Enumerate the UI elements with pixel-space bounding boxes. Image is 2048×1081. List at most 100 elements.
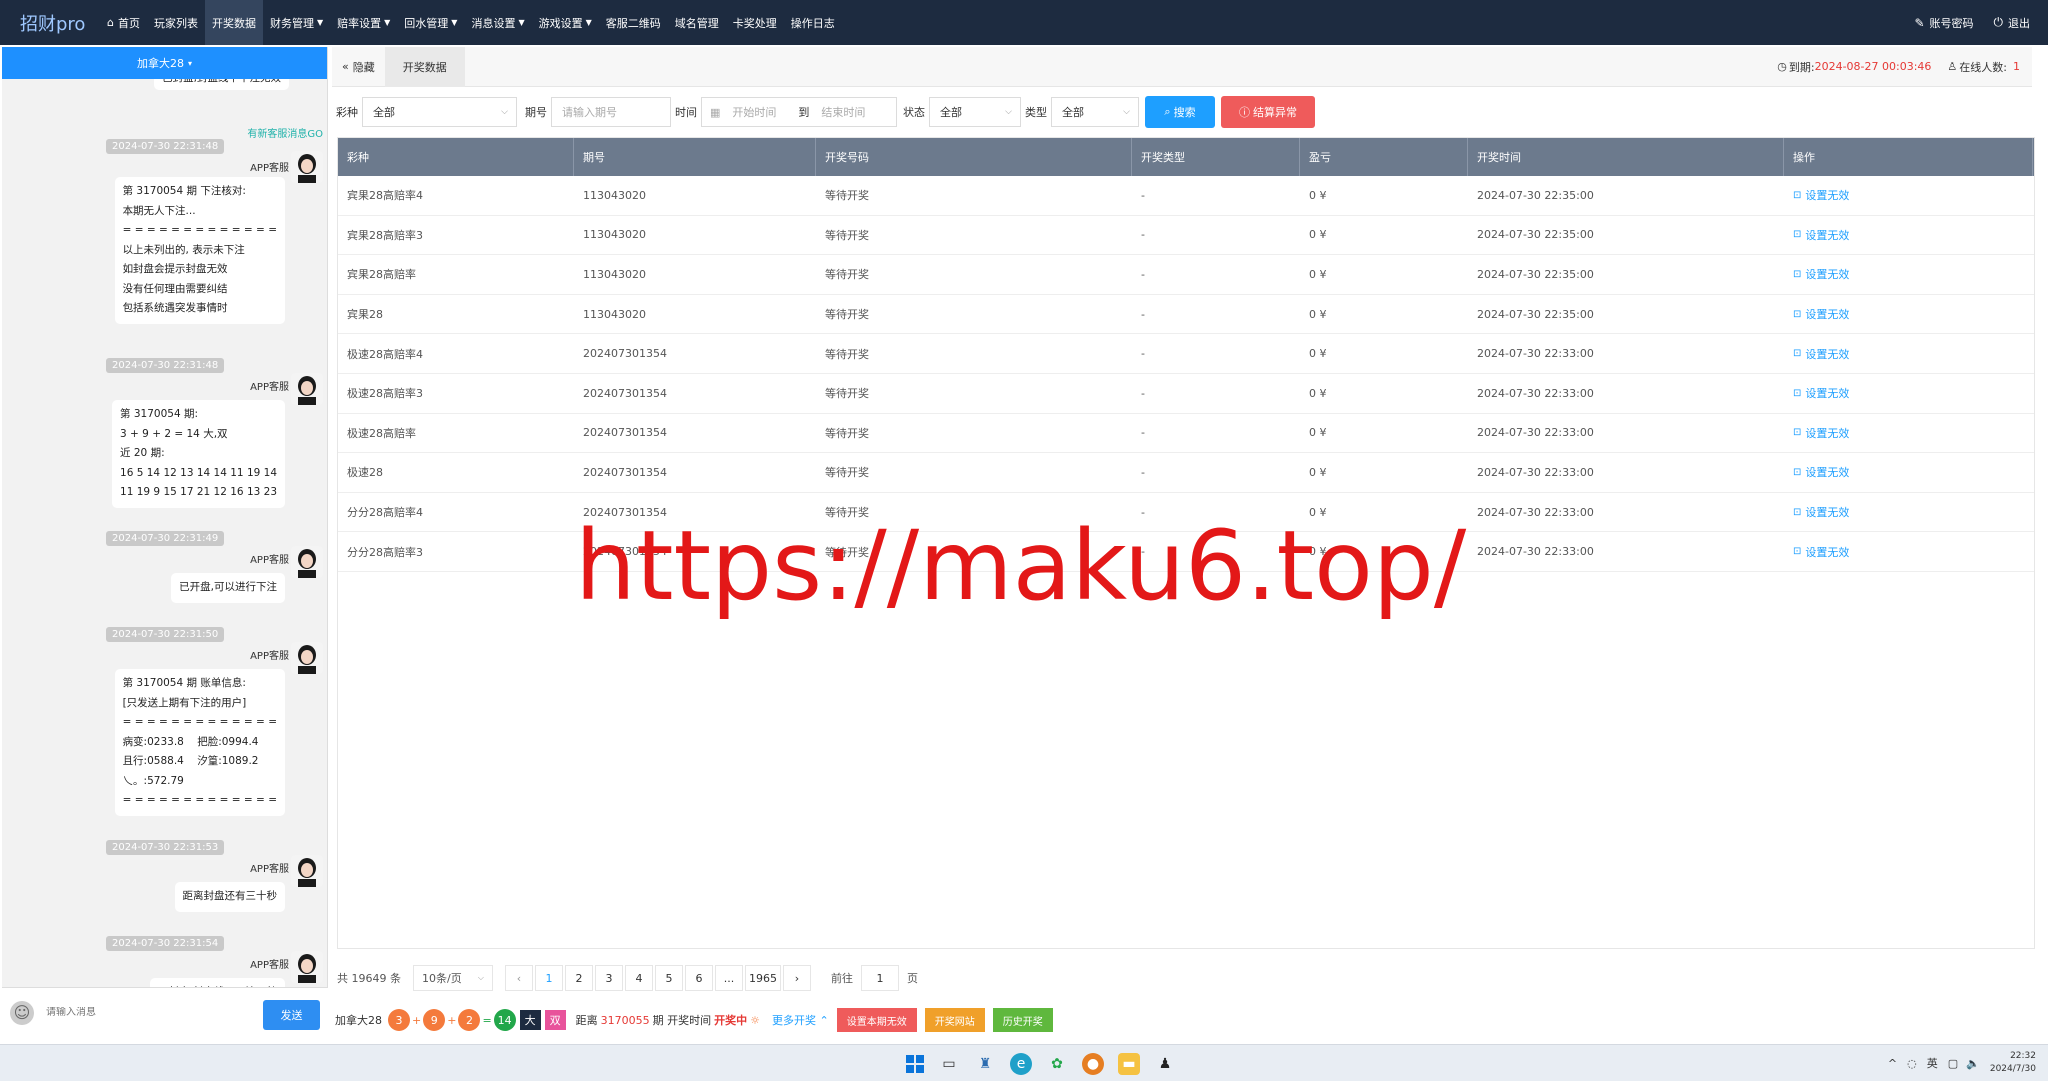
avatar[interactable] bbox=[291, 151, 323, 183]
nav-item-6[interactable]: 消息设置 ▼ bbox=[464, 0, 531, 45]
nav-item-9[interactable]: 域名管理 bbox=[668, 0, 726, 45]
type-select[interactable]: 全部 ⌵ bbox=[1051, 97, 1139, 127]
avatar[interactable] bbox=[291, 855, 323, 887]
set-invalid-link[interactable]: 设置无效 bbox=[1805, 464, 1849, 480]
table-cell: 宾果28高赔率 bbox=[347, 268, 416, 282]
settlement-exception-button[interactable]: ⓘ 结算异常 bbox=[1221, 96, 1315, 128]
table-cell[interactable]: ⊡ 设置无效 bbox=[1784, 453, 2033, 492]
account-password-link[interactable]: ✎ 账号密码 bbox=[1914, 15, 1973, 31]
nav-item-10[interactable]: 卡奖处理 bbox=[726, 0, 784, 45]
table-cell[interactable]: ⊡ 设置无效 bbox=[1784, 295, 2033, 334]
set-period-invalid-button[interactable]: 设置本期无效 bbox=[836, 1008, 917, 1032]
chat-message-list[interactable]: 已封盘,封盘线下下注无效 有新客服消息GO 2024-07-30 22:31:4… bbox=[2, 79, 327, 987]
nav-item-5[interactable]: 回水管理 ▼ bbox=[397, 0, 464, 45]
avatar[interactable] bbox=[291, 546, 323, 578]
table-cell: 2024-07-30 22:35:00 bbox=[1477, 307, 1594, 321]
nav-item-11[interactable]: 操作日志 bbox=[784, 0, 842, 45]
status-select[interactable]: 全部 ⌵ bbox=[929, 97, 1021, 127]
lock-icon: ⊡ bbox=[1793, 189, 1802, 201]
logout-link[interactable]: ⏻ 退出 bbox=[1994, 15, 2031, 31]
windows-start-icon[interactable] bbox=[904, 1053, 926, 1075]
table-cell: 0 ¥ bbox=[1309, 347, 1327, 361]
avatar[interactable] bbox=[291, 642, 323, 674]
app-icon[interactable]: ♜ bbox=[974, 1053, 996, 1075]
sun-icon: ☼ bbox=[750, 1013, 761, 1027]
table-cell: 202407301354 bbox=[583, 426, 667, 440]
nav-item-3[interactable]: 财务管理 ▼ bbox=[263, 0, 330, 45]
page-number-button[interactable]: 3 bbox=[595, 965, 623, 991]
set-invalid-link[interactable]: 设置无效 bbox=[1805, 425, 1849, 441]
lottery-select[interactable]: 全部 ⌵ bbox=[362, 97, 517, 127]
nav-item-1[interactable]: 玩家列表 bbox=[147, 0, 205, 45]
history-draws-button[interactable]: 历史开奖 bbox=[992, 1008, 1053, 1032]
set-invalid-link[interactable]: 设置无效 bbox=[1805, 227, 1849, 243]
brand-logo[interactable]: 招财pro bbox=[0, 10, 100, 36]
table-cell[interactable]: ⊡ 设置无效 bbox=[1784, 216, 2033, 255]
send-button[interactable]: 发送 bbox=[263, 1000, 320, 1030]
table-cell[interactable]: ⊡ 设置无效 bbox=[1784, 414, 2033, 453]
hide-sidebar-button[interactable]: « 隐藏 bbox=[332, 47, 385, 87]
search-icon: ⌕ bbox=[1164, 105, 1171, 118]
search-button[interactable]: ⌕ 搜索 bbox=[1145, 96, 1215, 128]
table-cell[interactable]: ⊡ 设置无效 bbox=[1784, 334, 2033, 373]
table-cell[interactable]: ⊡ 设置无效 bbox=[1784, 255, 2033, 294]
avatar[interactable] bbox=[291, 951, 323, 983]
file-explorer-icon[interactable]: ▬ bbox=[1118, 1053, 1140, 1075]
set-invalid-link[interactable]: 设置无效 bbox=[1805, 504, 1849, 520]
tab-draw-data[interactable]: 开奖数据 bbox=[384, 46, 465, 87]
table-cell[interactable]: ⊡ 设置无效 bbox=[1784, 374, 2033, 413]
task-view-icon[interactable]: ▭ bbox=[938, 1053, 960, 1075]
system-clock[interactable]: 22:32 2024/7/30 bbox=[1990, 1050, 2036, 1076]
date-range-input[interactable]: ▦ 开始时间 到 结束时间 bbox=[701, 97, 897, 127]
page-number-button[interactable]: 5 bbox=[655, 965, 683, 991]
volume-icon[interactable]: 🔈 bbox=[1966, 1057, 1980, 1070]
draw-website-button[interactable]: 开奖网站 bbox=[924, 1008, 985, 1032]
chat-game-selector[interactable]: 加拿大28 ▾ bbox=[2, 47, 327, 79]
column-header: 期号 bbox=[574, 138, 816, 176]
caret-down-icon: ▼ bbox=[585, 18, 592, 27]
set-invalid-link[interactable]: 设置无效 bbox=[1805, 544, 1849, 560]
more-draws-link[interactable]: 更多开奖 ⌃ bbox=[772, 1012, 829, 1028]
chevron-up-icon: ⌃ bbox=[819, 1014, 829, 1027]
table-cell[interactable]: ⊡ 设置无效 bbox=[1784, 176, 2033, 215]
set-invalid-link[interactable]: 设置无效 bbox=[1805, 266, 1849, 282]
chevron-up-icon[interactable]: ^ bbox=[1888, 1057, 1897, 1070]
set-invalid-link[interactable]: 设置无效 bbox=[1805, 346, 1849, 362]
set-invalid-link[interactable]: 设置无效 bbox=[1805, 385, 1849, 401]
nav-item-2[interactable]: 开奖数据 bbox=[204, 0, 263, 45]
page-number-button[interactable]: ... bbox=[715, 965, 743, 991]
table-cell[interactable]: ⊡ 设置无效 bbox=[1784, 532, 2033, 571]
page-number-button[interactable]: 2 bbox=[565, 965, 593, 991]
nav-item-7[interactable]: 游戏设置 ▼ bbox=[532, 0, 599, 45]
page-number-button[interactable]: 1 bbox=[535, 965, 563, 991]
new-message-notice[interactable]: 有新客服消息GO bbox=[247, 125, 323, 140]
table-cell: - bbox=[1141, 347, 1145, 361]
set-invalid-link[interactable]: 设置无效 bbox=[1805, 187, 1849, 203]
table-cell: 0 ¥ bbox=[1309, 545, 1327, 559]
page-number-button[interactable]: 1965 bbox=[745, 965, 781, 991]
goto-page-input[interactable]: 1 bbox=[861, 965, 899, 991]
page-number-button[interactable]: 4 bbox=[625, 965, 653, 991]
edge-browser-icon[interactable]: e bbox=[1010, 1053, 1032, 1075]
nav-item-8[interactable]: 客服二维码 bbox=[599, 0, 668, 45]
game-app-icon[interactable]: ● bbox=[1082, 1053, 1104, 1075]
emoji-icon[interactable]: ☺ bbox=[10, 1000, 34, 1025]
page-number-button[interactable]: 6 bbox=[685, 965, 713, 991]
table-cell[interactable]: ⊡ 设置无效 bbox=[1784, 493, 2033, 532]
nav-item-4[interactable]: 赔率设置 ▼ bbox=[330, 0, 397, 45]
network-icon[interactable]: ◌ bbox=[1907, 1057, 1917, 1070]
prev-page-button[interactable]: ‹ bbox=[505, 965, 533, 991]
chat-message-input[interactable] bbox=[46, 1007, 246, 1018]
avatar[interactable] bbox=[291, 373, 323, 405]
nav-item-0[interactable]: ⌂ 首页 bbox=[100, 0, 147, 45]
page-size-select[interactable]: 10条/页 ⌵ bbox=[413, 965, 493, 991]
type-label: 类型 bbox=[1025, 106, 1047, 119]
qq-icon[interactable]: ♟ bbox=[1154, 1053, 1176, 1075]
wechat-icon[interactable]: ✿ bbox=[1046, 1053, 1068, 1075]
next-page-button[interactable]: › bbox=[783, 965, 811, 991]
display-icon[interactable]: ▢ bbox=[1948, 1057, 1958, 1070]
set-invalid-link[interactable]: 设置无效 bbox=[1805, 306, 1849, 322]
ime-indicator[interactable]: 英 bbox=[1927, 1055, 1938, 1071]
period-input[interactable]: 请输入期号 bbox=[551, 97, 671, 127]
column-header: 开奖类型 bbox=[1132, 138, 1300, 176]
